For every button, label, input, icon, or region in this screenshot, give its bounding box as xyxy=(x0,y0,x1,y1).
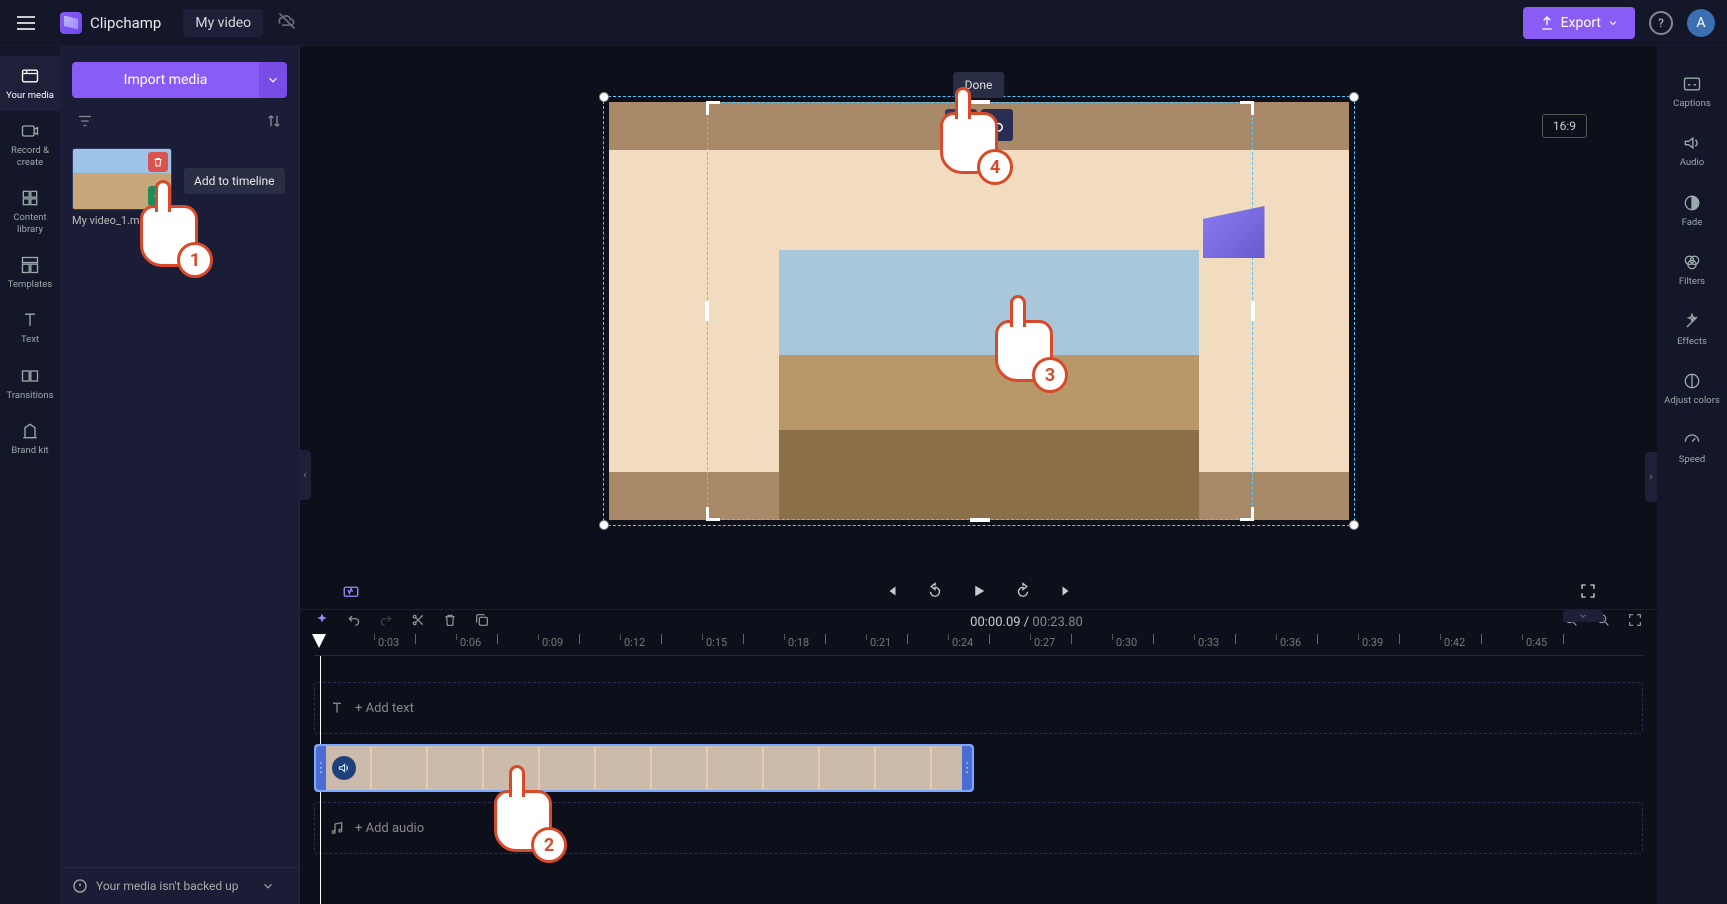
sidebar-item-your-media[interactable]: Your media xyxy=(0,56,60,111)
skip-end-icon[interactable] xyxy=(1058,582,1076,604)
editor-area: Done 16:9 xyxy=(300,46,1657,904)
clip-audio-icon[interactable] xyxy=(332,756,356,780)
rewind-5-icon[interactable] xyxy=(926,582,944,604)
media-item-name: My video_1.m… xyxy=(72,214,287,227)
timecode: 00:00.09 / 00:23.80 xyxy=(970,615,1083,630)
clipchamp-logo-icon xyxy=(60,12,82,34)
split-icon[interactable] xyxy=(410,612,426,632)
delete-clip-icon[interactable] xyxy=(442,612,458,632)
skip-start-icon[interactable] xyxy=(882,582,900,604)
sidebar-item-effects[interactable]: Effects xyxy=(1657,300,1727,359)
sidebar-item-filters[interactable]: Filters xyxy=(1657,240,1727,299)
sidebar-item-captions[interactable]: Captions xyxy=(1657,62,1727,121)
project-title[interactable]: My video xyxy=(183,9,263,37)
copy-clip-icon[interactable] xyxy=(474,612,490,632)
help-icon[interactable]: ? xyxy=(1649,11,1673,35)
timeline-ruler[interactable]: 0:030:060:090:120:150:180:210:240:270:30… xyxy=(314,634,1643,656)
sidebar-item-content-library[interactable]: Content library xyxy=(0,178,60,245)
sync-off-icon[interactable] xyxy=(277,11,297,35)
sidebar-item-adjust-colors[interactable]: Adjust colors xyxy=(1657,359,1727,418)
crop-confirm-button[interactable] xyxy=(945,109,977,141)
filter-icon[interactable] xyxy=(76,112,94,134)
collapse-right-panel-icon[interactable] xyxy=(1645,452,1657,502)
timeline-toolbar: 00:00.09 / 00:23.80 xyxy=(300,609,1657,634)
add-to-timeline-icon[interactable] xyxy=(148,186,168,206)
auto-enhance-icon[interactable] xyxy=(342,582,360,604)
titlebar: Clipchamp My video Export ? A xyxy=(0,0,1727,46)
fullscreen-icon[interactable] xyxy=(1579,582,1597,604)
transport-controls xyxy=(300,576,1657,609)
undo-icon[interactable] xyxy=(346,612,362,632)
sidebar-item-audio[interactable]: Audio xyxy=(1657,121,1727,180)
redo-icon[interactable] xyxy=(378,612,394,632)
play-icon[interactable] xyxy=(970,582,988,604)
forward-5-icon[interactable] xyxy=(1014,582,1032,604)
export-button[interactable]: Export xyxy=(1523,7,1635,39)
sidebar-item-record-create[interactable]: Record & create xyxy=(0,111,60,178)
ai-sparkle-icon[interactable] xyxy=(314,612,330,632)
right-properties-rail: Captions Audio Fade Filters Effects Adju… xyxy=(1657,46,1727,904)
sidebar-item-text[interactable]: Text xyxy=(0,300,60,355)
clip-handle-left[interactable]: ⋮ xyxy=(316,746,326,790)
import-media-dropdown[interactable] xyxy=(259,62,287,98)
crop-undo-button[interactable] xyxy=(981,109,1013,141)
avatar[interactable]: A xyxy=(1687,9,1715,37)
timeline-clip[interactable]: ⋮ ⋮ xyxy=(314,744,974,792)
menu-icon[interactable] xyxy=(12,9,40,37)
left-nav-rail: Your media Record & create Content libra… xyxy=(0,46,60,904)
clip-handle-right[interactable]: ⋮ xyxy=(962,746,972,790)
sort-icon[interactable] xyxy=(265,112,283,134)
brand-name: Clipchamp xyxy=(90,14,161,32)
zoom-fit-icon[interactable] xyxy=(1627,612,1643,632)
import-media-button[interactable]: Import media xyxy=(72,62,259,98)
add-audio-track[interactable]: + Add audio xyxy=(314,802,1643,854)
export-label: Export xyxy=(1561,15,1601,31)
sidebar-item-transitions[interactable]: Transitions xyxy=(0,356,60,411)
delete-media-icon[interactable] xyxy=(148,152,168,172)
add-text-track[interactable]: + Add text xyxy=(314,682,1643,734)
backup-warning[interactable]: Your media isn't backed up xyxy=(60,867,299,904)
timeline-tracks: + Add text ⋮ ⋮ + Add audio xyxy=(300,656,1657,904)
done-tooltip: Done xyxy=(953,72,1005,98)
add-to-timeline-tooltip: Add to timeline xyxy=(184,168,285,194)
sidebar-item-speed[interactable]: Speed xyxy=(1657,418,1727,477)
timeline-collapse-icon[interactable] xyxy=(1563,610,1603,622)
sidebar-item-templates[interactable]: Templates xyxy=(0,245,60,300)
sidebar-item-fade[interactable]: Fade xyxy=(1657,181,1727,240)
crop-selection[interactable] xyxy=(707,102,1253,520)
media-thumbnail[interactable] xyxy=(72,148,172,210)
media-panel: Import media My video_1.m… Add to timeli… xyxy=(60,46,300,904)
sidebar-item-brand-kit[interactable]: Brand kit xyxy=(0,411,60,466)
